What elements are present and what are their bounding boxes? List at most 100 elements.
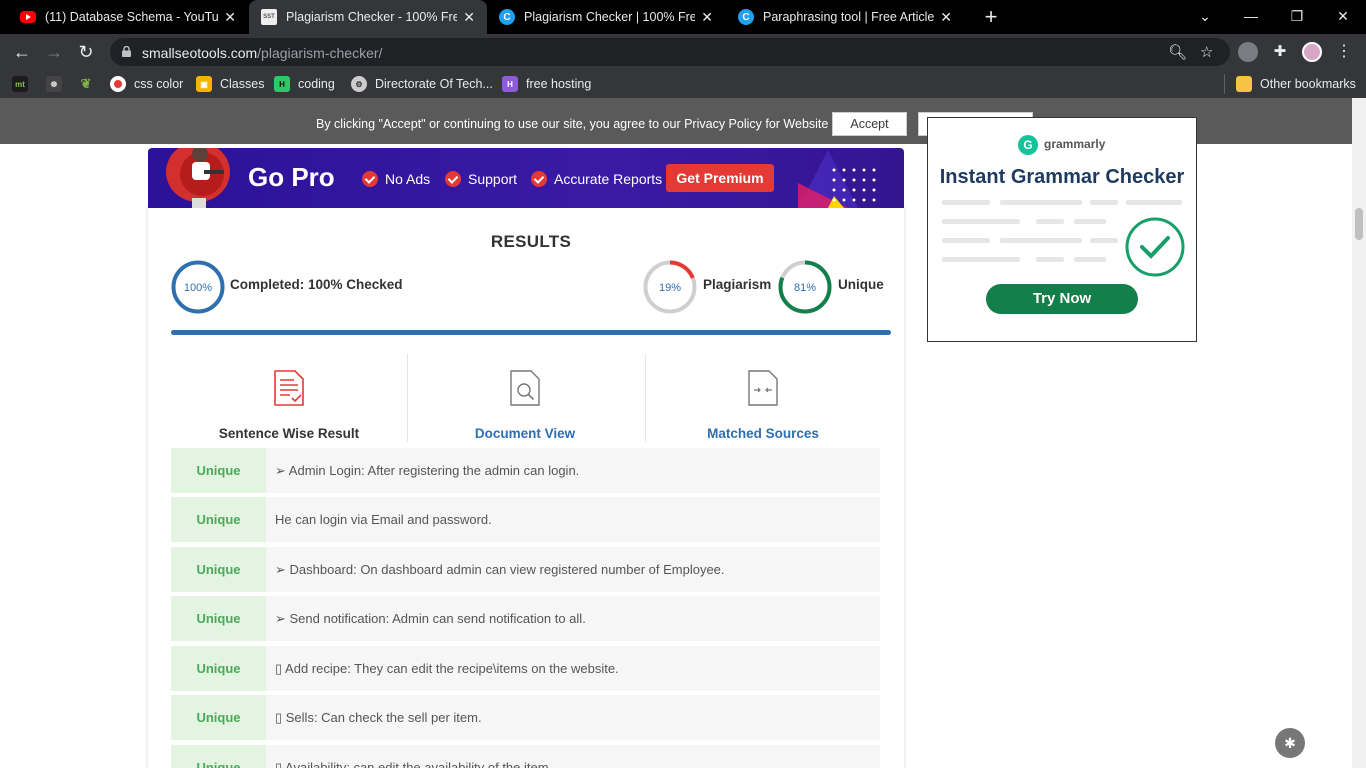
back-button[interactable]: ← (8, 38, 36, 66)
ad-placeholder-line (942, 219, 1020, 224)
close-icon[interactable]: ✕ (224, 9, 236, 26)
document-view-icon (510, 370, 540, 406)
c-icon: C (499, 9, 515, 25)
close-icon[interactable]: ✕ (701, 9, 713, 26)
c-icon: C (738, 9, 754, 25)
table-row[interactable]: Unique ▯ Availability: can edit the avai… (171, 745, 880, 768)
bookmark-classes[interactable]: ▣ Classes (196, 75, 264, 93)
status-badge: Unique (171, 547, 266, 592)
tab-youtube[interactable]: (11) Database Schema - YouTube ✕ (8, 0, 248, 34)
extensions-puzzle-icon[interactable]: ✚ (1270, 42, 1290, 62)
page-viewport: Go Pro No Ads Support Accurate Reports G… (0, 98, 1352, 768)
checking-progress-bar (171, 330, 891, 335)
bookmarks-bar: mt ☸ ❦ css color ▣ Classes H coding ⚙ Di… (0, 70, 1366, 98)
tab-paraphrasing-tool[interactable]: C Paraphrasing tool | Free Article R ✕ (726, 0, 964, 34)
cookie-text: By clicking "Accept" or continuing to us… (316, 117, 829, 131)
tab-plagiarism-checker-sst[interactable]: SST Plagiarism Checker - 100% Free O ✕ (249, 0, 487, 34)
page-scrollbar[interactable] (1352, 98, 1366, 768)
accept-cookies-button[interactable]: Accept (832, 112, 907, 136)
status-badge: Unique (171, 695, 266, 740)
table-row[interactable]: Unique ▯ Add recipe: They can edit the r… (171, 646, 880, 691)
ad-placeholder-line (942, 238, 990, 243)
feature-label: Accurate Reports (554, 171, 663, 187)
ad-placeholder-line (1036, 219, 1064, 224)
tab-plagiarism-checker[interactable]: C Plagiarism Checker | 100% Free a ✕ (487, 0, 725, 34)
mt-icon: mt (12, 76, 28, 92)
table-row[interactable]: Unique He can login via Email and passwo… (171, 497, 880, 542)
bookmark-star-icon[interactable]: ☆ (1200, 43, 1213, 61)
sentence-text: ▯ Sells: Can check the sell per item. (275, 710, 482, 725)
table-row[interactable]: Unique ➢ Send notification: Admin can se… (171, 596, 880, 641)
bookmark-css-color[interactable]: css color (110, 75, 183, 93)
zoom-icon[interactable]: 🔍︎ (1168, 43, 1187, 61)
bug-report-icon[interactable]: ✱ (1275, 728, 1305, 758)
check-icon (362, 171, 378, 187)
tab-document-view[interactable]: Document View (407, 356, 643, 444)
ad-placeholder-line (1090, 200, 1118, 205)
grammarly-ad[interactable]: G grammarly Instant Grammar Checker Try … (927, 117, 1197, 342)
sst-icon: SST (261, 9, 277, 25)
close-icon[interactable]: ✕ (463, 9, 475, 26)
check-icon (445, 171, 461, 187)
get-premium-button[interactable]: Get Premium (666, 164, 774, 192)
extension-icon: ☸ (46, 76, 62, 92)
sentence-text: ▯ Availability: can edit the availabilit… (275, 760, 553, 768)
bookmark-free-hosting[interactable]: H free hosting (502, 75, 591, 93)
status-badge: Unique (171, 448, 266, 493)
plagiarism-ring-label: 19% (658, 282, 682, 294)
results-title: RESULTS (490, 232, 572, 251)
folder-icon (1236, 76, 1252, 92)
ad-placeholder-line (942, 200, 990, 205)
ad-brand: grammarly (1044, 137, 1106, 151)
tab-matched-sources[interactable]: Matched Sources (645, 356, 881, 444)
ad-placeholder-line (1074, 219, 1106, 224)
address-bar[interactable]: smallseotools.com/plagiarism-checker/ 🔍︎… (110, 38, 1230, 66)
matched-sources-icon (748, 370, 778, 406)
chair-illustration-icon (166, 148, 230, 208)
bookmark-label: css color (134, 77, 184, 91)
go-pro-banner[interactable]: Go Pro No Ads Support Accurate Reports G… (148, 148, 904, 208)
try-now-button[interactable]: Try Now (986, 284, 1138, 314)
minimize-button[interactable]: — (1228, 0, 1274, 34)
view-label: Document View (474, 426, 576, 441)
tab-search-chevron-icon[interactable]: ⌄ (1182, 0, 1228, 34)
table-row[interactable]: Unique ▯ Sells: Can check the sell per i… (171, 695, 880, 740)
feature-label: No Ads (385, 171, 431, 187)
bookmark-leaf[interactable]: ❦ (78, 75, 102, 93)
forward-button[interactable]: → (40, 38, 68, 66)
table-row[interactable]: Unique ➢ Admin Login: After registering … (171, 448, 880, 493)
bookmark-directorate[interactable]: ⚙ Directorate Of Tech... (351, 75, 493, 93)
close-window-button[interactable]: ✕ (1320, 0, 1366, 34)
grammarly-logo-icon: G (1018, 135, 1038, 155)
status-badge: Unique (171, 497, 266, 542)
coding-icon: H (274, 76, 290, 92)
sentence-text: ➢ Admin Login: After registering the adm… (275, 463, 580, 478)
feature-accurate-reports: Accurate Reports (531, 171, 662, 187)
bookmark-coding[interactable]: H coding (274, 75, 335, 93)
feature-no-ads: No Ads (362, 171, 430, 187)
ad-placeholder-line (1036, 257, 1064, 262)
css-color-icon (110, 76, 126, 92)
table-row[interactable]: Unique ➢ Dashboard: On dashboard admin c… (171, 547, 880, 592)
bookmark-mt[interactable]: mt (12, 75, 36, 93)
close-icon[interactable]: ✕ (940, 9, 952, 26)
tab-title: Plagiarism Checker - 100% Free O (286, 10, 458, 24)
bookmark-extension[interactable]: ☸ (46, 75, 70, 93)
avatar[interactable] (1302, 42, 1322, 62)
plagiarism-label: Plagiarism (703, 277, 772, 292)
menu-dots-icon[interactable]: ⋮ (1330, 38, 1358, 66)
ad-title: Instant Grammar Checker (939, 166, 1185, 188)
completed-ring-label: 100% (183, 282, 213, 294)
tab-title: (11) Database Schema - YouTube (45, 10, 219, 24)
extension-profile-icon[interactable] (1238, 42, 1258, 62)
url-text: smallseotools.com/plagiarism-checker/ (142, 45, 382, 61)
decorative-shapes-icon (798, 150, 876, 208)
restore-button[interactable]: ❐ (1274, 0, 1320, 34)
ad-placeholder-line (1000, 200, 1082, 205)
tab-sentence-wise-result[interactable]: Sentence Wise Result (171, 356, 407, 444)
new-tab-button[interactable]: + (978, 4, 1004, 30)
bookmark-other[interactable]: Other bookmarks (1236, 75, 1356, 93)
browser-toolbar: ← → ↻ smallseotools.com/plagiarism-check… (0, 34, 1366, 70)
reload-button[interactable]: ↻ (72, 38, 100, 66)
scroll-thumb[interactable] (1355, 208, 1363, 240)
